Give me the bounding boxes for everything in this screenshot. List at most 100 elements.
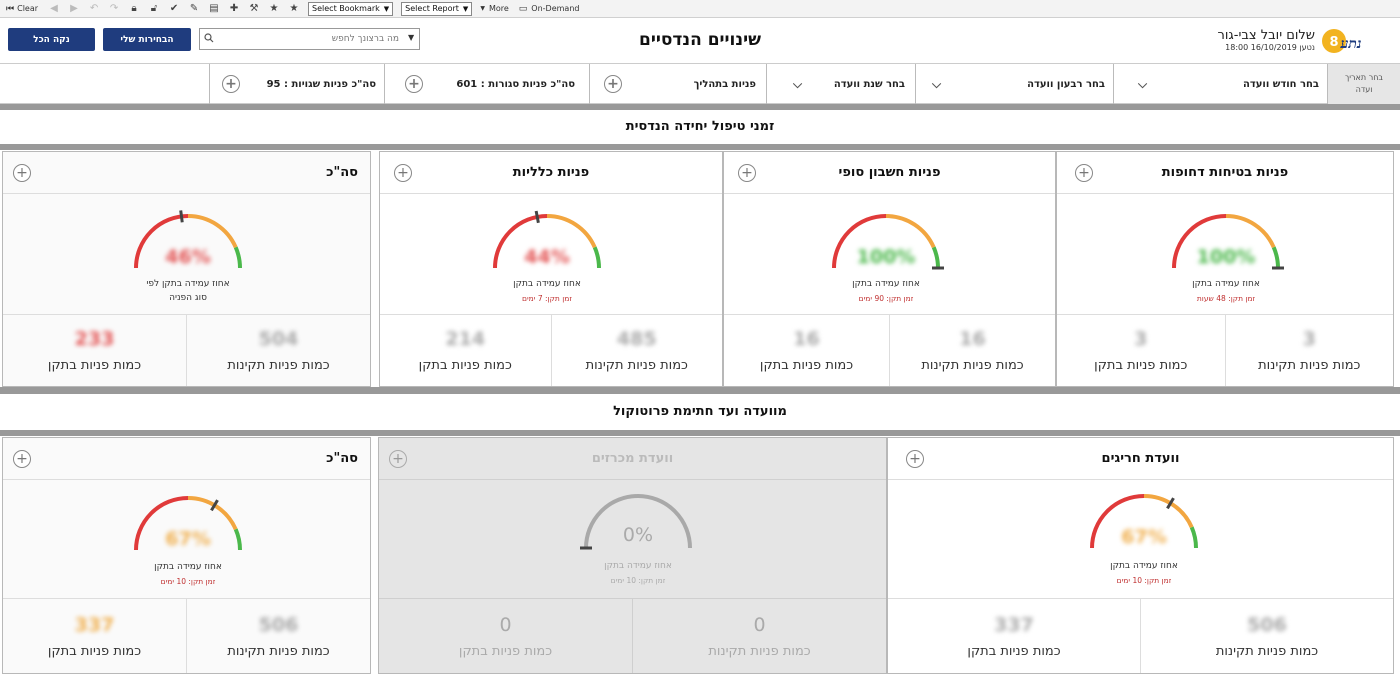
card-urgent-safety: פניות בטיחות דחופות + 100% אחוז עמידה בת… bbox=[1056, 151, 1394, 387]
gauge-percent: 67% bbox=[1121, 526, 1167, 548]
gauge-orange-band bbox=[187, 214, 238, 249]
card-total-committee: סה"כ + 67% אחוז עמידה בתקן זמן תקן: 10 י… bbox=[2, 437, 371, 674]
stat-valid: 504 כמות פניות תקינות bbox=[186, 315, 370, 386]
month-committee-filter[interactable]: בחר חודש וועדה ⌵ bbox=[1113, 64, 1327, 104]
stat-label: כמות פניות תקינות bbox=[1215, 643, 1319, 659]
plus-icon[interactable]: + bbox=[394, 164, 412, 182]
card-final-account: פניות חשבון סופי + 100% אחוז עמידה בתקן … bbox=[723, 151, 1056, 387]
card-title: פניות חשבון סופי bbox=[724, 152, 1055, 194]
card-tenders-committee: וועדת מכרזים + 0% אחוז עמידה בתקן זמן תק… bbox=[378, 437, 887, 674]
plus-icon[interactable]: + bbox=[604, 75, 622, 93]
gauge-needle bbox=[179, 210, 184, 223]
gauge-label: אחוז עמידה בתקן bbox=[513, 279, 581, 289]
more-button[interactable]: ▼ More bbox=[480, 4, 508, 13]
lock-icon[interactable]: 🔒︎ bbox=[128, 3, 140, 15]
my-selections-button[interactable]: הבחירות שלי bbox=[103, 28, 191, 51]
gauge-standard-time: זמן תקן: 10 ימים bbox=[160, 577, 216, 586]
closed-requests-filter[interactable]: סה"כ פניות סגורות : 601 + bbox=[384, 64, 589, 104]
document-icon: ▭ bbox=[518, 3, 528, 14]
redo-icon[interactable]: ↷ bbox=[108, 3, 120, 15]
star-add-icon[interactable]: ★ bbox=[268, 3, 280, 15]
card-stats: 337 כמות פניות בתקן 506 כמות פניות תקינות bbox=[3, 598, 370, 673]
chevron-down-icon[interactable]: ▼ bbox=[408, 33, 414, 42]
card-title: סה"כ bbox=[3, 152, 370, 194]
add-icon[interactable]: ✚ bbox=[228, 3, 240, 15]
stat-label: כמות פניות בתקן bbox=[1094, 358, 1188, 373]
unlock-icon[interactable]: 🔓︎ bbox=[148, 3, 160, 15]
stat-label: כמות פניות תקינות bbox=[227, 358, 330, 373]
stat-value: 16 bbox=[793, 328, 820, 350]
plus-icon[interactable]: + bbox=[13, 164, 31, 182]
gauge-percent: 67% bbox=[165, 528, 211, 550]
stat-label: כמות פניות בתקן bbox=[47, 358, 142, 373]
gauge-orange-band bbox=[1225, 214, 1276, 249]
plus-icon[interactable]: + bbox=[1075, 164, 1093, 182]
gauge-standard-time: זמן תקן: 10 ימים bbox=[610, 576, 666, 585]
card-title: וועדת מכרזים bbox=[379, 438, 886, 480]
edit-icon[interactable]: ✎ bbox=[188, 3, 200, 15]
plus-icon[interactable]: + bbox=[906, 450, 924, 468]
stat-label: כמות פניות תקינות bbox=[708, 643, 811, 659]
user-name: שלום יובל צבי-גור bbox=[1217, 28, 1315, 43]
card-stats: 337 כמות פניות בתקן 506 כמות פניות תקינות bbox=[888, 598, 1393, 673]
search-input[interactable]: מה ברצונך לחפש ▼ bbox=[199, 28, 420, 50]
plus-icon[interactable]: + bbox=[389, 450, 407, 468]
plus-icon[interactable]: + bbox=[222, 75, 240, 93]
card-title: פניות בטיחות דחופות bbox=[1057, 152, 1393, 194]
plus-icon[interactable]: + bbox=[13, 450, 31, 468]
rewind-icon: ⏮ bbox=[6, 3, 15, 14]
stat-label: כמות פניות בתקן bbox=[418, 358, 512, 373]
undo-icon[interactable]: ↶ bbox=[88, 3, 100, 15]
error-requests-filter[interactable]: סה"כ פניות שגויות : 95 + bbox=[209, 64, 384, 104]
stat-value: 337 bbox=[74, 613, 115, 636]
stat-label: כמות פניות תקינות bbox=[1258, 358, 1361, 373]
stat-label: כמות פניות בתקן bbox=[47, 643, 142, 659]
stat-within: 3 כמות פניות בתקן bbox=[1057, 315, 1225, 386]
stat-value: 485 bbox=[616, 328, 657, 350]
card-title: וועדת חריגים bbox=[888, 438, 1393, 480]
star-icon[interactable]: ★ bbox=[288, 3, 300, 15]
stat-value: 0 bbox=[753, 613, 766, 636]
stat-value: 233 bbox=[74, 328, 115, 350]
quarter-committee-filter[interactable]: בחר רבעון וועדה ⌵ bbox=[915, 64, 1113, 104]
stat-valid: 3 כמות פניות תקינות bbox=[1224, 315, 1394, 386]
gauge-orange-band bbox=[885, 214, 936, 249]
card-stats: 233 כמות פניות בתקן 504 כמות פניות תקינות bbox=[3, 314, 370, 386]
card-exceptions-committee: וועדת חריגים + 67% אחוז עמידה בתקן זמן ת… bbox=[887, 437, 1394, 674]
stat-value: 16 bbox=[959, 328, 986, 350]
plus-icon[interactable]: + bbox=[405, 75, 423, 93]
check-icon[interactable]: ✔ bbox=[168, 3, 180, 15]
ondemand-button[interactable]: ▭ On-Demand bbox=[519, 4, 580, 14]
clear-button[interactable]: ⏮ Clear bbox=[6, 4, 38, 14]
stat-valid: 485 כמות פניות תקינות bbox=[550, 315, 723, 386]
svg-text:8: 8 bbox=[1329, 35, 1338, 50]
stat-valid: 16 כמות פניות תקינות bbox=[889, 315, 1055, 386]
back-icon[interactable]: ◀ bbox=[48, 3, 60, 15]
bookmark-select[interactable]: Select Bookmark ▼ bbox=[308, 1, 394, 16]
chart-icon[interactable]: ▤ bbox=[208, 3, 220, 15]
gauge-label: אחוז עמידה בתקן לפי bbox=[146, 279, 230, 289]
in-process-filter[interactable]: פניות בתהליך + bbox=[589, 64, 766, 104]
year-committee-filter[interactable]: בחר שנת וועדה ⌵ bbox=[766, 64, 915, 104]
card-total-engineering: סה"כ + 46% אחוז עמידה בתקן לפי סוג הפניה… bbox=[2, 151, 371, 387]
card-general-requests: פניות כלליות + 44% אחוז עמידה בתקן זמן ת… bbox=[379, 151, 723, 387]
gauge-standard-time: זמן תקן: 48 שעות bbox=[1196, 294, 1256, 303]
search-icon bbox=[204, 33, 214, 43]
chevron-down-icon: ▼ bbox=[383, 4, 390, 13]
wand-icon[interactable]: ⚒ bbox=[248, 3, 260, 15]
forward-icon[interactable]: ▶ bbox=[68, 3, 80, 15]
date-committee-filter[interactable]: בחר תאריך ועדה bbox=[1327, 64, 1400, 104]
stat-within: 337 כמות פניות בתקן bbox=[3, 599, 186, 673]
plus-icon[interactable]: + bbox=[738, 164, 756, 182]
card-stats: 3 כמות פניות בתקן 3 כמות פניות תקינות bbox=[1057, 314, 1393, 386]
svg-text:נתע: נתע bbox=[1339, 36, 1361, 52]
report-select[interactable]: Select Report ▼ bbox=[401, 1, 473, 16]
gauge-percent: 100% bbox=[856, 246, 916, 268]
stat-value: 3 bbox=[1134, 328, 1148, 350]
toolbar: ⏮ Clear ◀ ▶ ↶ ↷ 🔒︎ 🔓︎ ✔ ✎ ▤ ✚ ⚒ ★ ★ Selec… bbox=[0, 0, 1400, 18]
stat-valid: 0 כמות פניות תקינות bbox=[632, 599, 886, 673]
stat-label: כמות פניות תקינות bbox=[227, 643, 330, 659]
clear-all-button[interactable]: נקה הכל bbox=[8, 28, 95, 51]
gauge-standard-time: זמן תקן: 7 ימים bbox=[522, 294, 572, 303]
chevron-down-icon: ⌵ bbox=[793, 76, 803, 91]
